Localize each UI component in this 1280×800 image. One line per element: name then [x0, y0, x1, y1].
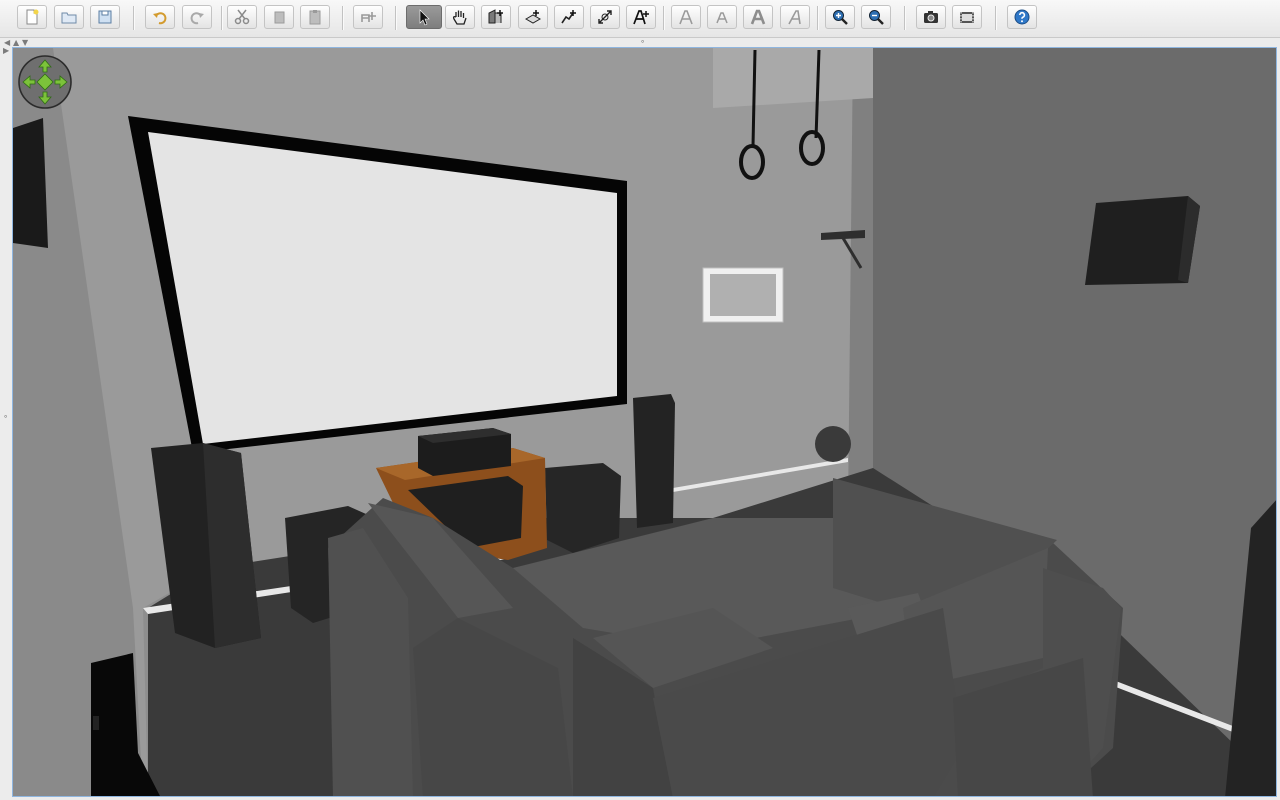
wall-ball	[815, 426, 851, 462]
new-document-icon	[26, 9, 39, 25]
cut-button[interactable]	[227, 5, 257, 29]
save-button[interactable]	[90, 5, 120, 29]
redo-button[interactable]	[182, 5, 212, 29]
decrease-text-size-icon	[716, 12, 728, 24]
left-divider-grip-icon[interactable]: ∘	[3, 413, 8, 421]
undo-button[interactable]	[145, 5, 175, 29]
create-video-button[interactable]	[952, 5, 982, 29]
add-furniture-button[interactable]	[353, 5, 383, 29]
pan-mode-button[interactable]	[445, 5, 475, 29]
zoom-in-button[interactable]	[825, 5, 855, 29]
cut-icon	[234, 9, 250, 25]
3d-view[interactable]	[12, 47, 1277, 797]
paste-button[interactable]	[300, 5, 330, 29]
undo-icon	[153, 12, 167, 25]
left-split-pane-divider[interactable]: ▶ ∘	[0, 47, 12, 800]
navigation-arrows-icon[interactable]	[17, 54, 73, 110]
add-text-button[interactable]	[626, 5, 656, 29]
bold-text-button[interactable]	[743, 5, 773, 29]
create-walls-icon	[488, 9, 503, 24]
zoom-in-icon	[833, 10, 848, 25]
expand-up-arrow-icon[interactable]: ▲	[13, 39, 19, 47]
copy-button[interactable]	[264, 5, 294, 29]
create-photo-icon	[924, 11, 938, 23]
select-arrow-icon	[419, 9, 430, 26]
redo-icon	[190, 12, 204, 25]
collapse-down-arrow-icon[interactable]: ▼	[22, 39, 28, 47]
italic-text-button[interactable]	[780, 5, 810, 29]
save-icon	[98, 10, 112, 24]
3d-room-scene[interactable]	[13, 48, 1277, 797]
increase-text-size-button[interactable]	[671, 5, 701, 29]
increase-text-size-icon	[679, 10, 693, 25]
main-toolbar	[0, 0, 1280, 38]
create-dimensions-icon	[598, 10, 612, 24]
select-mode-button[interactable]	[406, 5, 442, 29]
split-pane-divider[interactable]: ◀ ▲ ▼ ∘	[0, 38, 1280, 47]
expand-right-arrow-icon[interactable]: ▶	[3, 47, 9, 55]
create-dimensions-button[interactable]	[590, 5, 620, 29]
zoom-out-button[interactable]	[861, 5, 891, 29]
divider-grip-icon[interactable]: ∘	[640, 38, 645, 46]
open-button[interactable]	[54, 5, 84, 29]
copy-icon	[274, 11, 285, 24]
zoom-out-icon	[869, 10, 884, 25]
italic-text-icon	[788, 10, 801, 25]
pan-hand-icon	[452, 10, 467, 25]
subwoofer-right	[545, 463, 621, 553]
bold-text-icon	[750, 9, 766, 25]
help-button[interactable]	[1007, 5, 1037, 29]
add-furniture-icon	[361, 12, 376, 22]
open-folder-icon	[61, 12, 77, 24]
create-rooms-button[interactable]	[518, 5, 548, 29]
create-photo-button[interactable]	[916, 5, 946, 29]
tower-speaker-right	[633, 394, 675, 528]
decrease-text-size-button[interactable]	[707, 5, 737, 29]
paste-icon	[309, 10, 321, 25]
help-icon	[1014, 9, 1030, 25]
create-walls-button[interactable]	[481, 5, 511, 29]
new-document-button[interactable]	[17, 5, 47, 29]
create-rooms-icon	[524, 10, 542, 24]
create-video-icon	[960, 12, 974, 23]
create-polylines-icon	[561, 10, 576, 24]
add-text-icon	[633, 10, 649, 25]
create-polylines-button[interactable]	[554, 5, 584, 29]
